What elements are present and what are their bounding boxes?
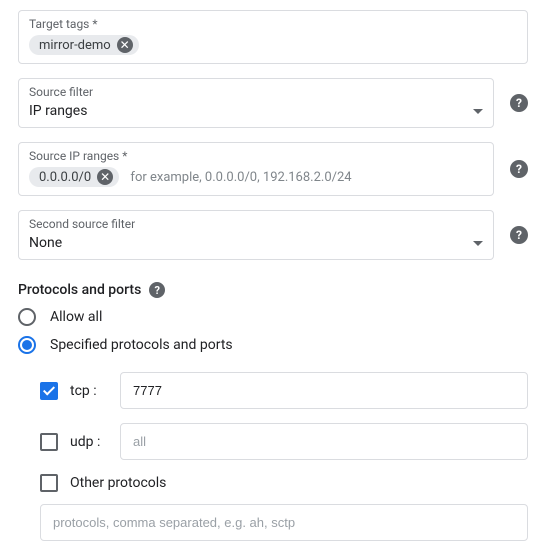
- other-label: Other protocols: [70, 475, 166, 491]
- target-tags-frame[interactable]: Target tags * mirror-demo ✕: [18, 10, 528, 64]
- source-ip-ranges-field: Source IP ranges * 0.0.0.0/0 ✕ for examp…: [18, 142, 528, 196]
- source-ip-ranges-frame[interactable]: Source IP ranges * 0.0.0.0/0 ✕ for examp…: [18, 142, 494, 196]
- tcp-row: tcp :: [40, 372, 528, 409]
- protocols-block: tcp : udp : Other protocols: [40, 372, 528, 541]
- chip-text: mirror-demo: [39, 38, 111, 53]
- specified-radio-row[interactable]: Specified protocols and ports: [18, 336, 528, 354]
- allow-all-radio-row[interactable]: Allow all: [18, 308, 528, 326]
- source-filter-field: Source filter IP ranges ?: [18, 78, 528, 128]
- udp-label: udp :: [70, 434, 120, 450]
- source-ip-ranges-label: Source IP ranges *: [29, 149, 483, 163]
- target-tags-label: Target tags *: [29, 17, 517, 31]
- allow-all-radio[interactable]: [18, 308, 36, 326]
- udp-checkbox[interactable]: [40, 433, 58, 451]
- protocols-section-title: Protocols and ports ?: [18, 282, 528, 298]
- second-source-filter-select[interactable]: Second source filter None: [18, 210, 494, 260]
- close-icon[interactable]: ✕: [97, 169, 113, 185]
- source-filter-select[interactable]: Source filter IP ranges: [18, 78, 494, 128]
- specified-label: Specified protocols and ports: [50, 337, 233, 353]
- other-checkbox[interactable]: [40, 474, 58, 492]
- ip-range-chip[interactable]: 0.0.0.0/0 ✕: [29, 167, 119, 187]
- target-tags-field: Target tags * mirror-demo ✕: [18, 10, 528, 64]
- close-icon[interactable]: ✕: [117, 37, 133, 53]
- source-filter-label: Source filter: [29, 85, 483, 99]
- allow-all-label: Allow all: [50, 309, 102, 325]
- udp-port-input[interactable]: [120, 423, 528, 460]
- help-icon[interactable]: ?: [510, 226, 528, 244]
- tcp-port-input[interactable]: [120, 372, 528, 409]
- second-source-filter-label: Second source filter: [29, 217, 483, 231]
- tcp-label: tcp :: [70, 383, 120, 399]
- chip-text: 0.0.0.0/0: [39, 170, 91, 185]
- specified-radio[interactable]: [18, 336, 36, 354]
- chevron-down-icon: [473, 109, 483, 114]
- help-icon[interactable]: ?: [510, 160, 528, 178]
- udp-row: udp :: [40, 423, 528, 460]
- other-protocols-input[interactable]: [40, 504, 528, 541]
- other-protocols-row: Other protocols: [40, 474, 528, 492]
- second-source-filter-value: None: [29, 235, 62, 251]
- tcp-checkbox[interactable]: [40, 382, 58, 400]
- help-icon[interactable]: ?: [149, 282, 165, 298]
- section-title-text: Protocols and ports: [18, 282, 141, 298]
- ip-range-hint: for example, 0.0.0.0/0, 192.168.2.0/24: [130, 170, 351, 185]
- chevron-down-icon: [473, 241, 483, 246]
- second-source-filter-field: Second source filter None ?: [18, 210, 528, 260]
- help-icon[interactable]: ?: [510, 94, 528, 112]
- source-filter-value: IP ranges: [29, 103, 87, 119]
- target-tag-chip[interactable]: mirror-demo ✕: [29, 35, 139, 55]
